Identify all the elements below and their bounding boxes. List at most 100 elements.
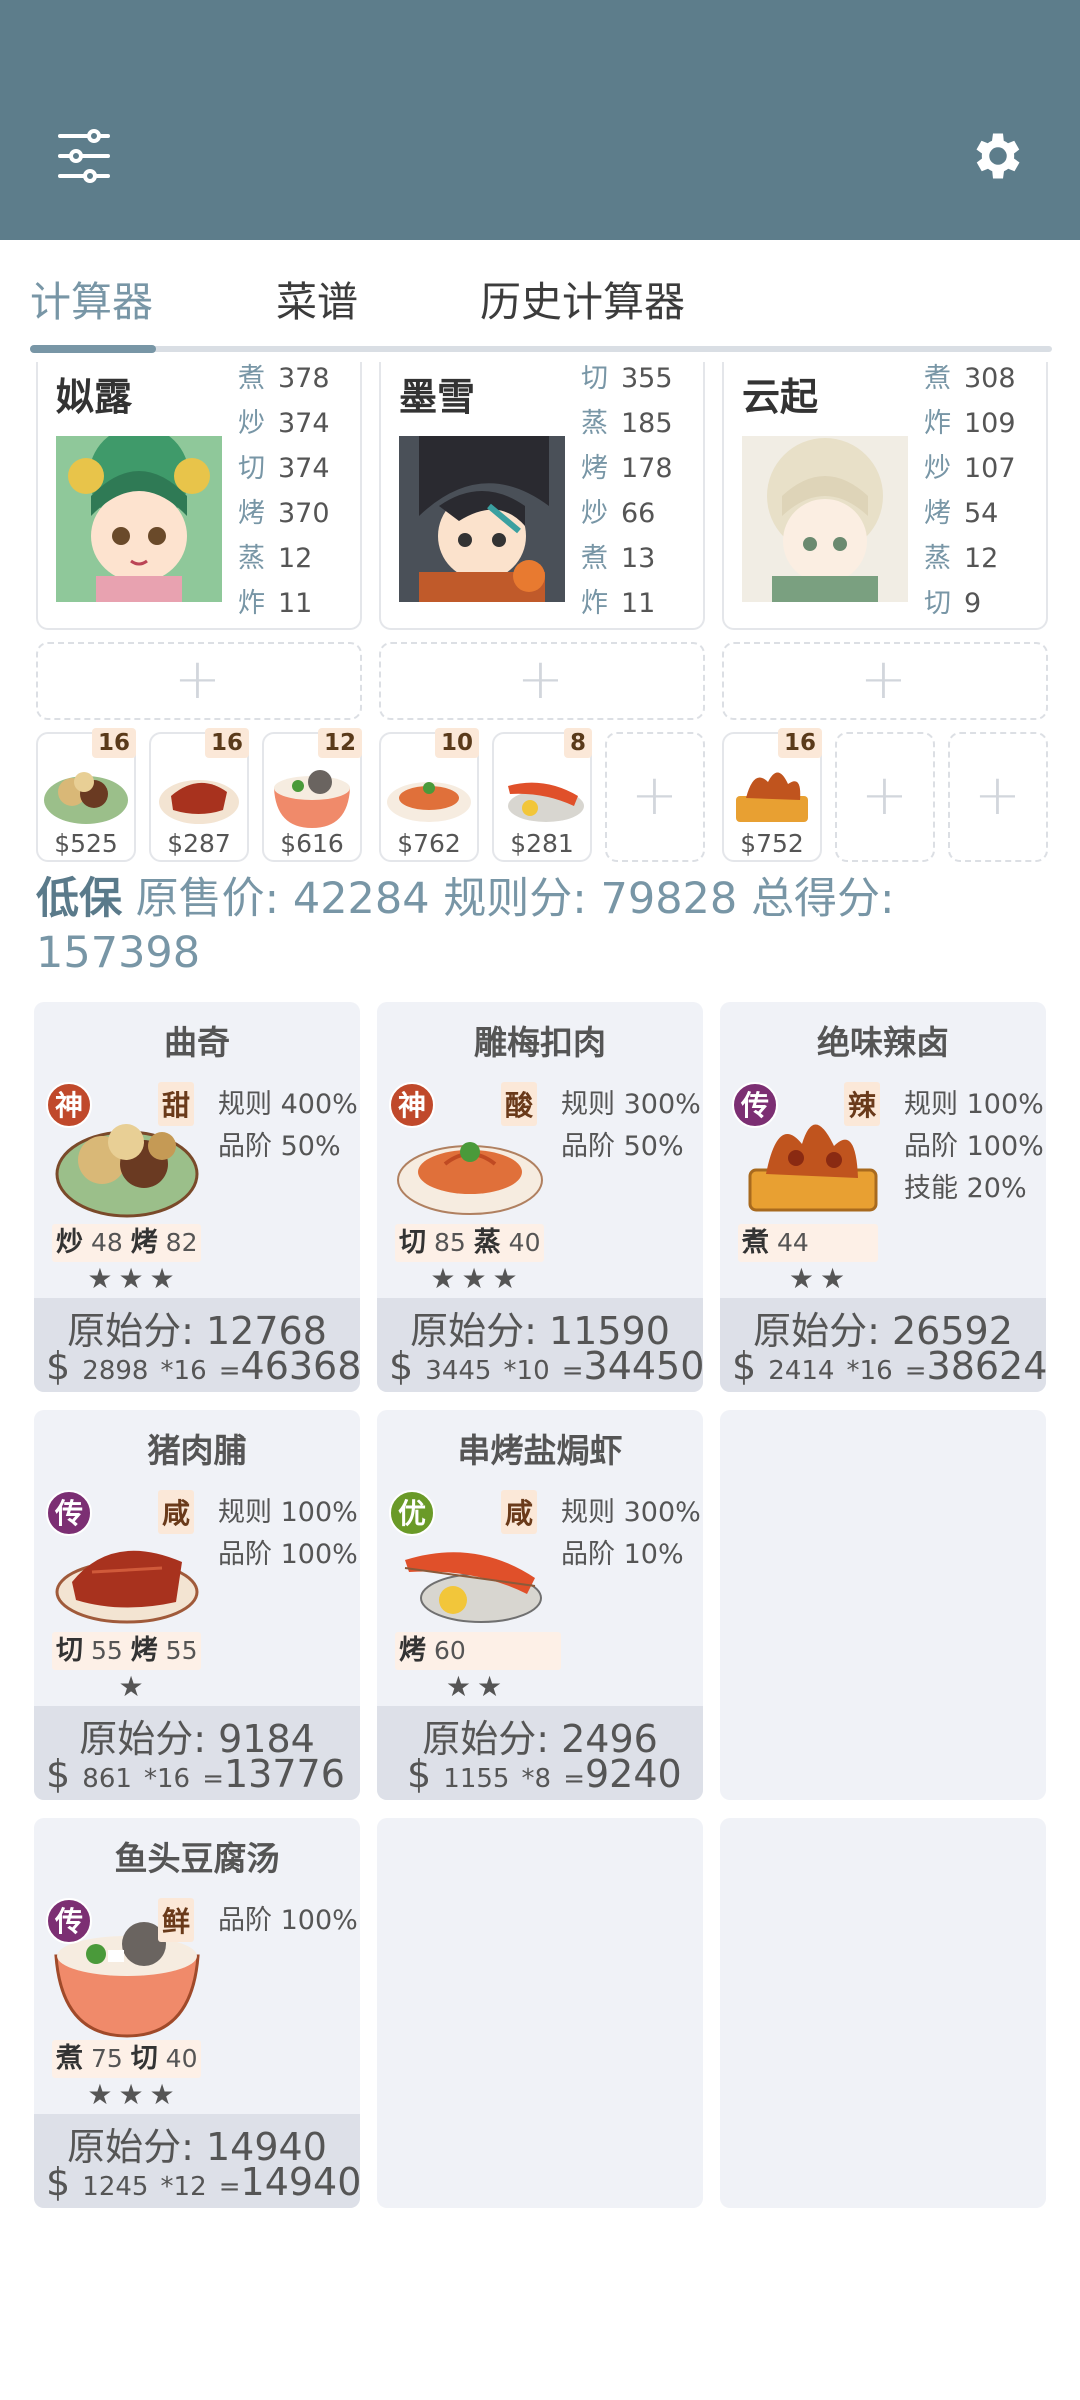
- dish-score-footer: 原始分: 2496 $ 1155 *8 =9240: [377, 1706, 703, 1800]
- chef-name: 云起: [742, 375, 819, 419]
- flavor-tag: 辣: [844, 1082, 881, 1126]
- flavor-tag: 咸: [158, 1490, 195, 1534]
- total-score-value: 157398: [36, 928, 201, 978]
- add-equipment-button-1[interactable]: +: [36, 642, 362, 720]
- dish-score-footer: 原始分: 12768 $ 2898 *16 =46368: [34, 1298, 362, 1392]
- chef-avatar: [399, 436, 565, 602]
- quantity-badge: 16: [204, 728, 249, 758]
- rarity-badge: 神: [46, 1082, 92, 1128]
- recipe-slot-spicy-braise[interactable]: 16 $752: [722, 728, 822, 862]
- dish-title: 绝味辣卤: [817, 1023, 949, 1062]
- skill-requirements: 切 85 蒸 40: [395, 1224, 545, 1262]
- dish-title: 曲奇: [164, 1023, 230, 1062]
- flavor-tag: 咸: [501, 1490, 538, 1534]
- recipe-slot-fish-soup[interactable]: 12 $616: [262, 728, 362, 862]
- cookie-dish-icon: [44, 772, 128, 824]
- add-equipment-button-2[interactable]: +: [379, 642, 705, 720]
- add-recipe-slot[interactable]: +: [605, 732, 705, 862]
- recipe-slot-grilled-shrimp[interactable]: 8 $281: [492, 728, 592, 862]
- plus-icon: +: [861, 763, 908, 828]
- dish-score-footer: 原始分: 11590 $ 3445 *10 =34450: [377, 1298, 705, 1392]
- price-label: $525: [54, 829, 118, 858]
- skill-requirements: 烤 60: [395, 1632, 561, 1670]
- flavor-tag: 酸: [501, 1082, 538, 1126]
- star-rating: ★★: [788, 1262, 852, 1295]
- chef-card-2[interactable]: 墨雪 切 355 蒸 185 烤 178 炒 66 煮 13 炸 11: [379, 362, 705, 630]
- price-calculation: $ 2414 *16 =38624: [732, 1344, 1048, 1388]
- price-label: $762: [397, 829, 461, 858]
- dish-title: 雕梅扣肉: [474, 1023, 606, 1062]
- chef-name: 墨雪: [399, 375, 476, 419]
- star-rating: ★: [118, 1670, 150, 1703]
- total-score-label: 总得分:: [750, 874, 895, 924]
- plus-icon: +: [860, 647, 907, 712]
- chef-avatar: [742, 436, 908, 602]
- app-header: [0, 0, 1080, 240]
- star-rating: ★★★: [87, 1262, 181, 1295]
- add-equipment-button-3[interactable]: +: [722, 642, 1048, 720]
- rule-score-label: 规则分:: [443, 874, 587, 924]
- chef-card-3[interactable]: 云起 煮 308 炸 109 炒 107 烤 54 蒸 12 切9: [722, 362, 1048, 630]
- price-label: $616: [280, 829, 344, 858]
- dish-score-footer: 原始分: 26592 $ 2414 *16 =38624: [720, 1298, 1048, 1392]
- tab-calculator[interactable]: 计算器: [30, 268, 153, 328]
- quantity-badge: 16: [91, 728, 136, 758]
- recipe-slot-meicai-pork[interactable]: 10 $762: [379, 728, 479, 862]
- recipe-slot-pork-jerky[interactable]: 16 $287: [149, 728, 249, 862]
- dish-card-meicai-pork[interactable]: 雕梅扣肉 神 酸 规则 300% 品阶 50% 切 85 蒸 40 ★★★ 原始分…: [377, 1002, 705, 1392]
- dish-score-footer: 原始分: 14940 $ 1245 *12 =14940: [34, 2114, 362, 2208]
- dish-effects: 规则 100% 品阶 100% 技能 20%: [904, 1089, 1044, 1204]
- original-price-label: 原售价:: [135, 874, 280, 924]
- empty-dish-slot[interactable]: [720, 1410, 1046, 1800]
- spicy-braise-dish-icon: [736, 772, 808, 822]
- price-calculation: $ 3445 *10 =34450: [389, 1344, 705, 1388]
- dish-card-grilled-shrimp[interactable]: 串烤盐焗虾 优 咸 规则 300% 品阶 10% 烤 60 ★★ 原始分: 249…: [377, 1410, 703, 1800]
- chef-skills: 切 355 蒸 185 烤 178 炒 66 煮 13 炸 11: [581, 363, 673, 619]
- chef-name: 姒露: [56, 375, 133, 419]
- score-summary: 低保 原售价: 42284 规则分: 79828 总得分: 157398: [36, 872, 1046, 980]
- rarity-badge: 优: [389, 1490, 435, 1536]
- quantity-badge: 8: [563, 728, 592, 758]
- dish-effects: 规则 100% 品阶 100%: [218, 1497, 358, 1570]
- price-calculation: $ 1245 *12 =14940: [46, 2160, 362, 2204]
- price-label: $281: [510, 829, 574, 858]
- rarity-badge: 传: [732, 1082, 778, 1128]
- price-calculation: $ 1155 *8 =9240: [407, 1752, 682, 1796]
- empty-dish-slot[interactable]: [377, 1818, 703, 2208]
- quantity-badge: 10: [434, 728, 479, 758]
- active-tab-indicator: [30, 345, 156, 353]
- price-calculation: $ 861 *16 =13776: [46, 1752, 345, 1796]
- rule-score-value: 79828: [600, 874, 738, 924]
- plus-icon: +: [517, 647, 564, 712]
- star-rating: ★★★: [430, 1262, 524, 1295]
- tab-bar: 计算器 菜谱 历史计算器: [0, 240, 1080, 354]
- plus-icon: +: [631, 763, 678, 828]
- tab-history-calculator[interactable]: 历史计算器: [480, 268, 685, 328]
- dish-effects: 规则 300% 品阶 50%: [561, 1089, 701, 1162]
- sliders-icon[interactable]: [54, 126, 114, 186]
- price-calculation: $ 2898 *16 =46368: [46, 1344, 362, 1388]
- skill-requirements: 炒 48 烤 82: [52, 1224, 202, 1262]
- pork-jerky-dish-icon: [159, 780, 239, 824]
- original-price-value: 42284: [292, 874, 430, 924]
- chef-card-1[interactable]: 姒露 煮 378 炒 374 切 374 烤 370 蒸 12 炸 11: [36, 362, 362, 630]
- guarantee-label: 低保: [36, 874, 122, 924]
- add-recipe-slot[interactable]: +: [835, 732, 935, 862]
- dish-card-fish-head-tofu-soup[interactable]: 鱼头豆腐汤 传 鲜 品阶 100% 煮 75 切 40 ★★★ 原始分: 149…: [34, 1818, 362, 2208]
- plus-icon: +: [974, 763, 1021, 828]
- gear-icon[interactable]: [968, 126, 1028, 186]
- skill-requirements: 煮 44: [738, 1224, 878, 1262]
- rarity-badge: 传: [46, 1898, 92, 1944]
- recipe-slot-cookie[interactable]: 16 $525: [36, 728, 136, 862]
- chef-avatar: [56, 426, 222, 602]
- dish-card-pork-jerky[interactable]: 猪肉脯 传 咸 规则 100% 品阶 100% 切 55 烤 55 ★ 原始分: …: [34, 1410, 360, 1800]
- dish-card-spicy-braise[interactable]: 绝味辣卤 传 辣 规则 100% 品阶 100% 技能 20% 煮 44 ★★ 原始…: [720, 1002, 1048, 1392]
- empty-dish-slot[interactable]: [720, 1818, 1046, 2208]
- chef-skills: 煮 378 炒 374 切 374 烤 370 蒸 12 炸 11: [238, 363, 330, 619]
- add-recipe-slot[interactable]: +: [948, 732, 1048, 862]
- price-label: $287: [167, 829, 231, 858]
- dish-card-cookie[interactable]: 曲奇 神 甜 规则 400% 品阶 50% 炒 48 烤 82 ★★★ 原始分: …: [34, 1002, 362, 1392]
- skill-requirements: 切 55 烤 55: [52, 1632, 202, 1670]
- tab-recipes[interactable]: 菜谱: [276, 268, 358, 328]
- flavor-tag: 鲜: [158, 1898, 195, 1942]
